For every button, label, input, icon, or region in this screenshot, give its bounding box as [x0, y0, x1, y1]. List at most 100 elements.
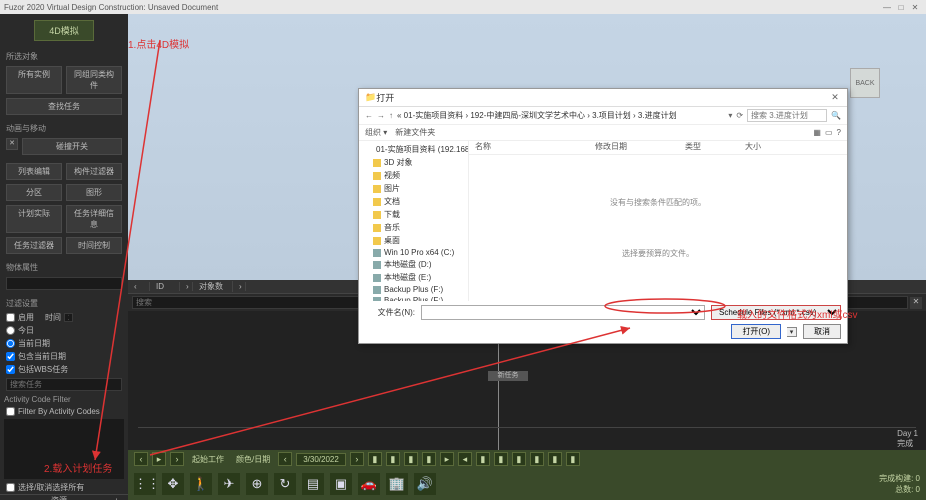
all-instances-button[interactable]: 所有实例 — [6, 66, 62, 94]
today-radio[interactable] — [6, 326, 15, 335]
nav-up-icon[interactable]: ↑ — [389, 111, 393, 120]
back-cube[interactable]: BACK — [850, 68, 880, 98]
organize-button[interactable]: 组织 ▾ — [365, 127, 387, 138]
ib-building-icon[interactable]: 🏢 — [386, 473, 408, 495]
ib-camera-icon[interactable]: ▣ — [330, 473, 352, 495]
prop-input[interactable] — [6, 277, 122, 290]
search-icon[interactable]: 🔍 — [831, 111, 841, 120]
filename-input[interactable] — [421, 305, 705, 320]
breadcrumb[interactable]: « 01-实施项目资料 › 192-中建四局-深圳文学艺术中心 › 3.项目计划… — [397, 110, 724, 121]
dialog-search-input[interactable] — [747, 109, 827, 122]
current-radio[interactable] — [6, 339, 15, 348]
select-all-checkbox[interactable] — [6, 483, 15, 492]
new-folder-button[interactable]: 新建文件夹 — [395, 127, 435, 138]
col-size[interactable]: 大小 — [739, 141, 789, 154]
col-type[interactable]: 类型 — [679, 141, 739, 154]
gantt-day-label: Day 1 — [897, 429, 918, 438]
view-icon[interactable]: ▦ — [813, 128, 821, 137]
tree-item[interactable]: Backup Plus (F:) — [359, 295, 468, 301]
resource-add-icon[interactable]: + — [114, 496, 124, 500]
component-filter-button[interactable]: 构件过滤器 — [66, 163, 122, 180]
tl-next-icon[interactable]: › — [170, 452, 184, 466]
gantt-search-clear-icon[interactable]: ✕ — [910, 297, 922, 309]
tree-item[interactable]: 下载 — [359, 208, 468, 221]
time-input[interactable] — [64, 313, 73, 322]
zone-button[interactable]: 分区 — [6, 184, 62, 201]
tree-item[interactable]: Backup Plus (F:) — [359, 284, 468, 295]
search-task-input[interactable] — [6, 378, 122, 391]
gantt-col-nav3[interactable]: › — [233, 282, 246, 291]
close-button[interactable]: ✕ — [908, 3, 922, 12]
tl-i12-icon[interactable]: ▮ — [566, 452, 580, 466]
tl-i8-icon[interactable]: ▮ — [494, 452, 508, 466]
include-checkbox[interactable] — [6, 352, 15, 361]
tl-i3-icon[interactable]: ▮ — [404, 452, 418, 466]
tree-item[interactable]: Win 10 Pro x64 (C:) — [359, 247, 468, 258]
tl-i11-icon[interactable]: ▮ — [548, 452, 562, 466]
tl-i2-icon[interactable]: ▮ — [386, 452, 400, 466]
col-name[interactable]: 名称 — [469, 141, 589, 154]
list-edit-button[interactable]: 列表编辑 — [6, 163, 62, 180]
gantt-task-bar[interactable]: 新任务 — [488, 371, 528, 381]
find-task-button[interactable]: 查找任务 — [6, 98, 122, 115]
tree-item[interactable]: 3D 对象 — [359, 156, 468, 169]
tl-i4-icon[interactable]: ▮ — [422, 452, 436, 466]
preview-icon[interactable]: ▭ — [825, 128, 833, 137]
ib-fly-icon[interactable]: ✈ — [218, 473, 240, 495]
tree-item[interactable]: 图片 — [359, 182, 468, 195]
tree-item[interactable]: 桌面 — [359, 234, 468, 247]
open-button[interactable]: 打开(O) — [731, 324, 781, 339]
tl-prev-icon[interactable]: ‹ — [134, 452, 148, 466]
enable-checkbox[interactable] — [6, 313, 15, 322]
tl-date-prev-icon[interactable]: ‹ — [278, 452, 292, 466]
tl-date[interactable]: 3/30/2022 — [296, 453, 346, 466]
plan-actual-button[interactable]: 计划实际 — [6, 205, 62, 233]
ac-filter-checkbox[interactable] — [6, 407, 15, 416]
ib-grip-icon[interactable]: ⋮⋮ — [134, 473, 156, 495]
filetype-select[interactable]: Schedule Files (*.xml;*.csv) — [711, 305, 841, 320]
anim-close-icon[interactable]: ✕ — [6, 138, 18, 150]
task-filter-button[interactable]: 任务过滤器 — [6, 237, 62, 254]
tl-play-icon[interactable]: ▸ — [152, 452, 166, 466]
crumb-dropdown-icon[interactable]: ▾ — [728, 111, 732, 120]
refresh-icon[interactable]: ⟳ — [736, 111, 743, 120]
open-dropdown-icon[interactable]: ▾ — [787, 327, 797, 337]
same-group-button[interactable]: 同组同类构件 — [66, 66, 122, 94]
tl-i7-icon[interactable]: ▮ — [476, 452, 490, 466]
4d-sim-button[interactable]: 4D模拟 — [34, 20, 94, 41]
tree-item[interactable]: 音乐 — [359, 221, 468, 234]
gantt-col-nav[interactable]: ‹ — [128, 282, 150, 291]
cancel-button[interactable]: 取消 — [803, 324, 841, 339]
maximize-button[interactable]: □ — [894, 3, 908, 12]
minimize-button[interactable]: — — [880, 3, 894, 12]
ib-vehicle-icon[interactable]: 🚗 — [358, 473, 380, 495]
gantt-col-nav2[interactable]: › — [180, 282, 193, 291]
ib-walk-icon[interactable]: 🚶 — [190, 473, 212, 495]
tree-item[interactable]: 视频 — [359, 169, 468, 182]
tree-item[interactable]: 本地磁盘 (D:) — [359, 258, 468, 271]
nav-fwd-icon[interactable]: → — [377, 111, 385, 120]
tl-i1-icon[interactable]: ▮ — [368, 452, 382, 466]
tree-item[interactable]: 01-实施项目资料 (192.168.1.112) — [359, 143, 468, 156]
ib-sound-icon[interactable]: 🔊 — [414, 473, 436, 495]
nav-back-icon[interactable]: ← — [365, 111, 373, 120]
task-detail-button[interactable]: 任务详细信息 — [66, 205, 122, 233]
ib-move-icon[interactable]: ✥ — [162, 473, 184, 495]
tl-date-next-icon[interactable]: › — [350, 452, 364, 466]
time-control-button[interactable]: 时间控制 — [66, 237, 122, 254]
ib-sync-icon[interactable]: ↻ — [274, 473, 296, 495]
tl-i6-icon[interactable]: ◂ — [458, 452, 472, 466]
dialog-close-icon[interactable]: ✕ — [829, 92, 841, 103]
help-icon[interactable]: ? — [837, 128, 841, 137]
tree-item[interactable]: 文档 — [359, 195, 468, 208]
graphics-button[interactable]: 图形 — [66, 184, 122, 201]
tl-i10-icon[interactable]: ▮ — [530, 452, 544, 466]
ib-globe-icon[interactable]: ⊕ — [246, 473, 268, 495]
tl-i9-icon[interactable]: ▮ — [512, 452, 526, 466]
tree-item[interactable]: 本地磁盘 (E:) — [359, 271, 468, 284]
ib-layer-icon[interactable]: ▤ — [302, 473, 324, 495]
collision-toggle[interactable]: 碰撞开关 — [22, 138, 122, 155]
tl-i5-icon[interactable]: ▸ — [440, 452, 454, 466]
col-date[interactable]: 修改日期 — [589, 141, 679, 154]
wbs-checkbox[interactable] — [6, 365, 15, 374]
